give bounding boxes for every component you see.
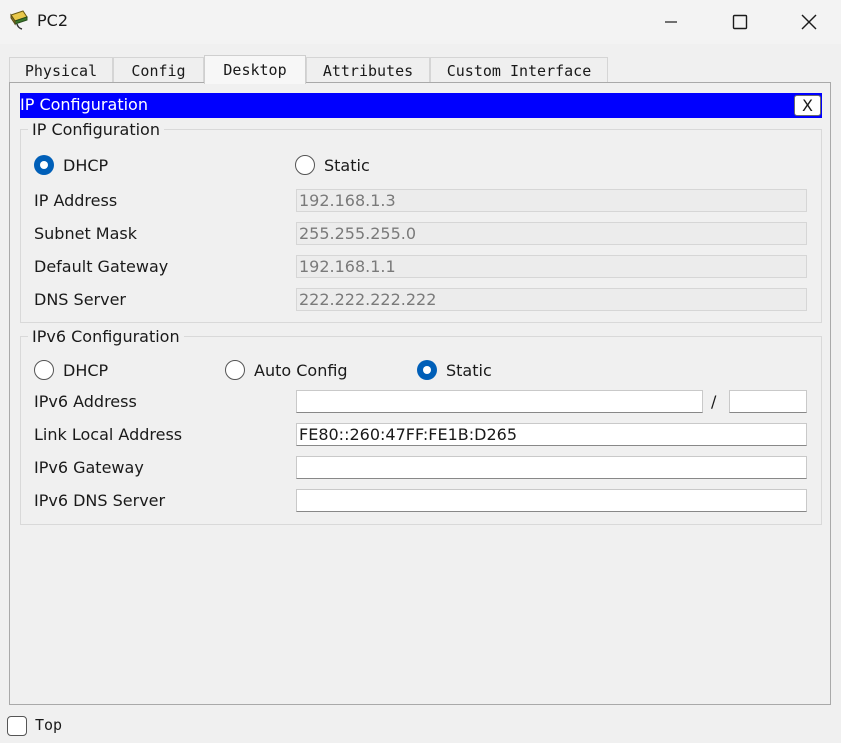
maximize-button[interactable] [706,0,774,44]
window-title: PC2 [37,11,68,30]
top-checkbox-label: Top [35,716,63,734]
maximize-icon [732,14,748,30]
tab-custom-interface[interactable]: Custom Interface [430,57,608,83]
ipv6-dhcp-radio[interactable]: DHCP [34,360,108,380]
ipv4-group-title: IP Configuration [28,120,164,140]
ipv6-dns-server-label: IPv6 DNS Server [34,491,166,510]
dns-server-field[interactable]: 222.222.222.222 [296,288,807,311]
packet-tracer-pc-icon [10,10,28,30]
close-window-button[interactable] [775,0,841,44]
ip-address-field[interactable]: 192.168.1.3 [296,189,807,212]
tab-config[interactable]: Config [113,57,204,83]
ipv4-static-radio[interactable]: Static [295,155,370,175]
ipv4-config-group: IP Configuration DHCP Static IP Address … [20,120,822,323]
minimize-icon [665,21,677,23]
dns-server-label: DNS Server [34,290,126,309]
ipv6-auto-config-radio[interactable]: Auto Config [225,360,348,380]
prefix-separator: / [711,392,717,411]
ipv4-dhcp-label: DHCP [63,155,109,175]
ipv6-group-title: IPv6 Configuration [28,327,184,347]
top-checkbox[interactable] [7,716,27,736]
dialog-close-button[interactable]: X [794,95,821,116]
subnet-mask-field[interactable]: 255.255.255.0 [296,222,807,245]
default-gateway-label: Default Gateway [34,257,169,276]
ipv6-static-radio[interactable]: Static [417,360,492,380]
subnet-mask-label: Subnet Mask [34,224,138,243]
ipv6-config-group: IPv6 Configuration DHCP Auto Config Stat… [20,327,822,525]
ipv6-gateway-field[interactable] [296,456,807,479]
title-bar: PC2 [0,0,841,44]
ip-address-label: IP Address [34,191,118,210]
ipv4-dhcp-radio[interactable]: DHCP [34,155,108,175]
ipv4-static-label: Static [324,155,370,175]
ipv6-address-label: IPv6 Address [34,392,137,411]
radio-unselected-icon [225,360,245,380]
radio-selected-icon [34,155,54,175]
tab-physical[interactable]: Physical [9,57,113,83]
ip-configuration-header: IP Configuration X [20,93,822,118]
link-local-address-label: Link Local Address [34,425,183,444]
radio-unselected-icon [34,360,54,380]
ipv6-dhcp-label: DHCP [63,360,109,380]
ipv6-gateway-label: IPv6 Gateway [34,458,144,477]
ipv6-auto-config-label: Auto Config [254,360,348,380]
minimize-button[interactable] [637,0,705,44]
link-local-address-field[interactable]: FE80::260:47FF:FE1B:D265 [296,423,807,446]
dialog-title: IP Configuration [20,95,148,114]
default-gateway-field[interactable]: 192.168.1.1 [296,255,807,278]
ipv6-address-field[interactable] [296,390,703,413]
desktop-panel: IP Configuration X IP Configuration DHCP… [9,82,831,705]
ipv6-prefix-length-field[interactable] [729,390,807,413]
ipv6-dns-server-field[interactable] [296,489,807,512]
ipv6-static-label: Static [446,360,492,380]
radio-selected-icon [417,360,437,380]
tab-desktop[interactable]: Desktop [204,55,306,84]
tab-attributes[interactable]: Attributes [306,57,430,83]
close-icon [801,14,817,30]
radio-unselected-icon [295,155,315,175]
